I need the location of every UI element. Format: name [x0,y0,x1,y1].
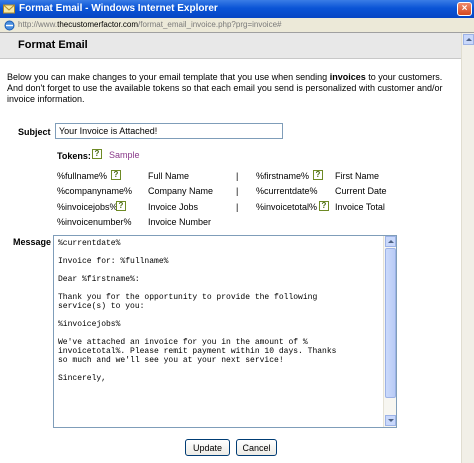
token-invoicetotal-desc: Invoice Total [335,202,385,212]
token-invoicejobs-desc: Invoice Jobs [148,202,199,212]
token-currentdate-desc: Current Date [335,186,387,196]
token-separator: | [236,186,239,196]
message-textarea[interactable]: %currentdate% Invoice for: %fullname% De… [53,235,397,428]
intro-text: Below you can make changes to your email… [7,72,457,105]
email-icon [3,4,15,14]
token-invoicejobs: %invoicejobs% [57,202,118,212]
token-companyname-desc: Company Name [148,186,214,196]
close-button[interactable]: × [457,2,472,16]
token-fullname-help-icon[interactable]: ? [111,170,121,180]
message-scroll-up-icon[interactable] [385,236,396,247]
intro-bold: invoices [329,72,366,82]
token-companyname: %companyname% [57,186,133,196]
url-path: /format_email_invoice.php?prg=invoice# [138,20,282,29]
token-invoicenumber-desc: Invoice Number [148,217,212,227]
sample-link[interactable]: Sample [109,150,140,160]
token-separator: | [236,171,239,181]
address-bar[interactable]: http://www.thecustomerfactor.com/format_… [0,18,474,33]
token-separator: | [236,202,239,212]
url-scheme: http://www. [18,20,58,29]
message-scrollbar[interactable] [383,236,396,427]
subject-label: Subject [18,127,51,137]
cancel-button[interactable]: Cancel [236,439,277,456]
token-invoicenumber: %invoicenumber% [57,217,132,227]
token-firstname-desc: First Name [335,171,380,181]
page-title: Format Email [18,39,88,51]
token-invoicetotal: %invoicetotal% [256,202,318,212]
token-currentdate: %currentdate% [256,186,318,196]
address-url: http://www.thecustomerfactor.com/format_… [18,20,281,29]
intro-before: Below you can make changes to your email… [7,72,330,82]
window-title: Format Email - Windows Internet Explorer [19,3,218,14]
message-label: Message [13,237,52,247]
token-invoicejobs-help-icon[interactable]: ? [116,201,126,211]
url-domain: thecustomerfactor.com [57,20,139,29]
token-firstname: %firstname% [256,171,310,181]
tokens-help-icon[interactable]: ? [92,149,102,159]
token-fullname: %fullname% [57,171,108,181]
subject-input[interactable] [55,123,283,139]
page-scrollbar[interactable] [461,33,474,463]
scroll-up-arrow-icon[interactable] [463,34,474,45]
message-scroll-down-icon[interactable] [385,415,396,426]
ie-page-icon [4,20,15,31]
window-titlebar: Format Email - Windows Internet Explorer… [0,0,474,18]
tokens-label: Tokens: [57,151,91,161]
message-scroll-thumb[interactable] [385,248,396,398]
page-header: Format Email [0,33,474,59]
message-body[interactable]: %currentdate% Invoice for: %fullname% De… [58,239,380,383]
update-button[interactable]: Update [185,439,230,456]
token-firstname-help-icon[interactable]: ? [313,170,323,180]
token-invoicetotal-help-icon[interactable]: ? [319,201,329,211]
token-fullname-desc: Full Name [148,171,190,181]
